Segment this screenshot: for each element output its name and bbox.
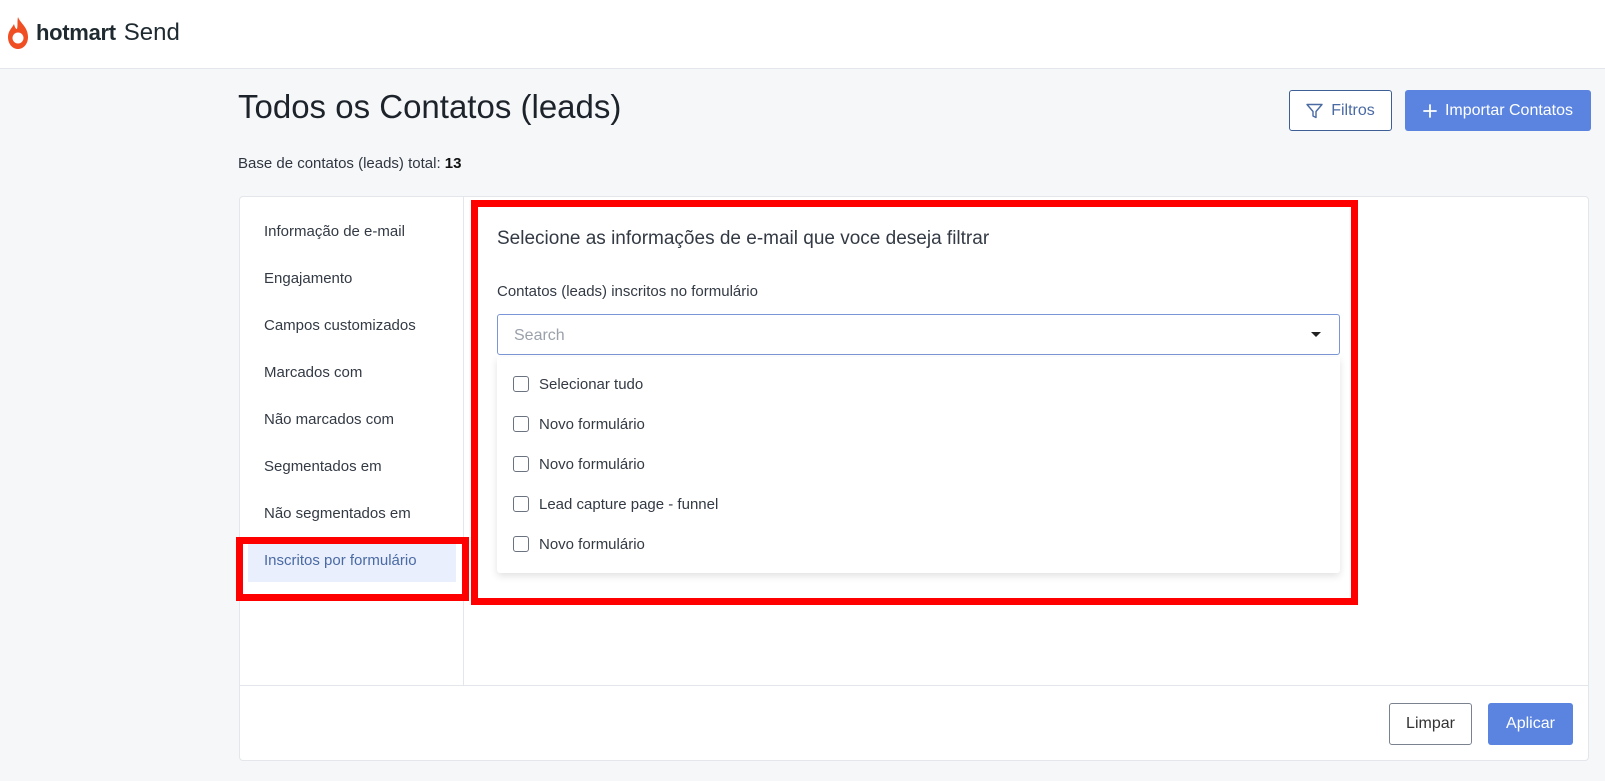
import-contacts-label: Importar Contatos xyxy=(1444,101,1574,119)
form-search-select[interactable] xyxy=(497,314,1340,356)
panel-title: Selecione as informações de e-mail que v… xyxy=(497,228,990,249)
sidebar-item-email-info[interactable]: Informação de e-mail xyxy=(248,209,456,253)
sidebar-item-tagged-with[interactable]: Marcados com xyxy=(248,350,456,394)
plus-icon xyxy=(1423,103,1437,118)
brand-logo[interactable]: hotmart Send xyxy=(6,15,180,51)
sidebar-item-custom-fields[interactable]: Campos customizados xyxy=(248,303,456,347)
option-form[interactable]: Lead capture page - funnel xyxy=(513,484,718,524)
sidebar-item-not-tagged-with[interactable]: Não marcados com xyxy=(248,397,456,441)
caret-down-icon[interactable] xyxy=(1311,332,1321,337)
option-label: Novo formulário xyxy=(539,535,645,553)
clear-button[interactable]: Limpar xyxy=(1389,703,1472,745)
sidebar-item-engagement[interactable]: Engajamento xyxy=(248,256,456,300)
sidebar-item-label: Inscritos por formulário xyxy=(264,551,417,569)
filters-button[interactable]: Filtros xyxy=(1289,90,1392,131)
sidebar-item-label: Campos customizados xyxy=(264,316,416,334)
sidebar-item-segmented-in[interactable]: Segmentados em xyxy=(248,444,456,488)
product-name: Send xyxy=(123,19,180,46)
checkbox[interactable] xyxy=(513,496,529,512)
hotmart-flame-icon xyxy=(8,17,28,49)
form-options-dropdown: Selecionar tudo Novo formulário Novo for… xyxy=(497,357,1340,573)
checkbox[interactable] xyxy=(513,536,529,552)
top-bar: hotmart Send xyxy=(0,0,1605,69)
sidebar-item-subscribed-by-form[interactable]: Inscritos por formulário xyxy=(248,538,456,582)
sidebar-item-label: Segmentados em xyxy=(264,457,382,475)
contacts-total-value: 13 xyxy=(444,155,462,172)
sidebar-item-not-segmented-in[interactable]: Não segmentados em xyxy=(248,491,456,535)
search-input[interactable] xyxy=(512,315,1296,356)
option-label: Novo formulário xyxy=(539,415,645,433)
funnel-icon xyxy=(1306,103,1323,118)
filters-button-label: Filtros xyxy=(1331,101,1375,119)
sidebar-item-label: Informação de e-mail xyxy=(264,222,405,240)
brand-name: hotmart xyxy=(36,20,116,45)
option-select-all[interactable]: Selecionar tudo xyxy=(513,364,643,404)
option-label: Lead capture page - funnel xyxy=(539,495,719,513)
filter-category-sidebar: Informação de e-mail Engajamento Campos … xyxy=(240,197,464,685)
sidebar-item-label: Não segmentados em xyxy=(264,504,411,522)
sidebar-item-label: Engajamento xyxy=(264,269,353,287)
checkbox[interactable] xyxy=(513,376,529,392)
contacts-total-label: Base de contatos (leads) total: xyxy=(238,155,441,172)
option-label: Selecionar tudo xyxy=(539,375,644,393)
apply-button[interactable]: Aplicar xyxy=(1488,703,1573,745)
form-field-label: Contatos (leads) inscritos no formulário xyxy=(497,283,758,300)
sidebar-item-label: Não marcados com xyxy=(264,410,395,428)
option-form[interactable]: Novo formulário xyxy=(513,444,645,484)
contacts-total: Base de contatos (leads) total: 13 xyxy=(238,155,461,172)
import-contacts-button[interactable]: Importar Contatos xyxy=(1405,90,1591,131)
option-form[interactable]: Novo formulário xyxy=(513,404,645,444)
option-form[interactable]: Novo formulário xyxy=(513,524,645,564)
checkbox[interactable] xyxy=(513,456,529,472)
sidebar-item-label: Marcados com xyxy=(264,363,363,381)
card-footer: Limpar Aplicar xyxy=(240,685,1588,761)
checkbox[interactable] xyxy=(513,416,529,432)
page-title: Todos os Contatos (leads) xyxy=(238,88,622,125)
option-label: Novo formulário xyxy=(539,455,645,473)
